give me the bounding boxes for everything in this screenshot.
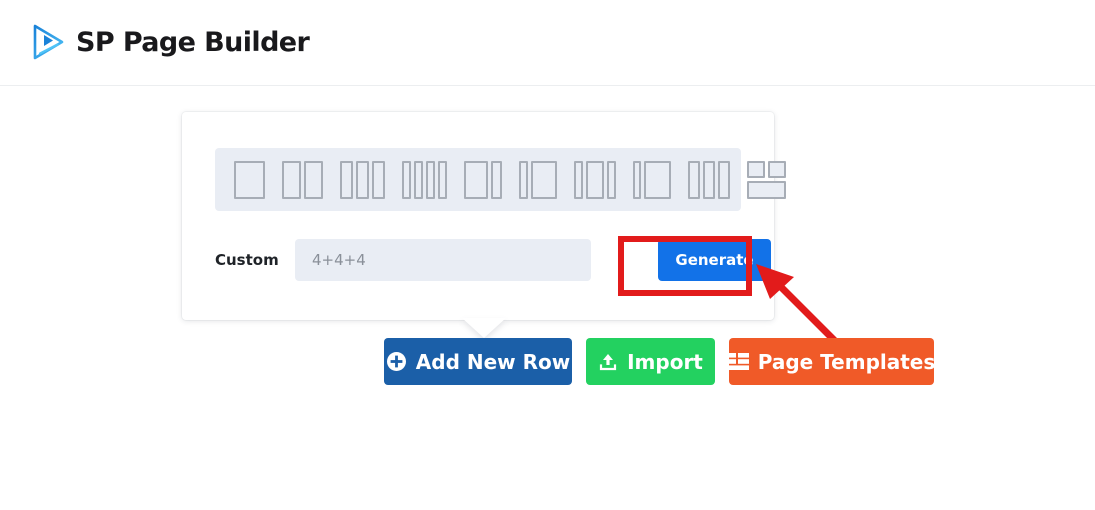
- plus-circle-icon: [386, 351, 407, 372]
- custom-layout-row: Custom Generate: [215, 239, 741, 281]
- narrow-wide-layout-icon[interactable]: [519, 161, 557, 199]
- three-column-layout-icon[interactable]: [340, 161, 385, 199]
- page-templates-button[interactable]: Page Templates: [729, 338, 934, 385]
- two-over-one-stacked-layout-icon[interactable]: [747, 161, 786, 199]
- import-label: Import: [627, 350, 703, 374]
- grid-layout-icon: [728, 353, 749, 370]
- panel-caret: [462, 318, 506, 338]
- narrow-wide-narrow-layout-icon[interactable]: [574, 161, 616, 199]
- wide-narrow-layout-icon[interactable]: [464, 161, 502, 199]
- brand-logo[interactable]: SP Page Builder: [32, 24, 309, 60]
- generate-button[interactable]: Generate: [658, 239, 771, 281]
- play-triangle-logo-icon: [32, 24, 66, 60]
- layout-preset-strip: [215, 148, 741, 211]
- thin-narrow-wide-layout-icon[interactable]: [633, 161, 671, 199]
- add-new-row-label: Add New Row: [416, 350, 570, 374]
- app-root: SP Page Builder: [0, 0, 1095, 510]
- add-new-row-button[interactable]: Add New Row: [384, 338, 572, 385]
- brand-name: SP Page Builder: [76, 27, 309, 58]
- page-templates-label: Page Templates: [758, 350, 936, 374]
- row-layout-panel: Custom Generate: [182, 112, 774, 320]
- app-header: SP Page Builder: [0, 0, 1095, 86]
- import-button[interactable]: Import: [586, 338, 715, 385]
- upload-icon: [598, 352, 618, 372]
- custom-label: Custom: [215, 251, 295, 269]
- three-equal-column-layout-icon[interactable]: [688, 161, 730, 199]
- one-column-layout-icon[interactable]: [234, 161, 265, 199]
- row-action-buttons: Add New Row Import Page T: [384, 338, 934, 385]
- two-column-layout-icon[interactable]: [282, 161, 323, 199]
- custom-layout-input[interactable]: [295, 239, 591, 281]
- four-column-layout-icon[interactable]: [402, 161, 447, 199]
